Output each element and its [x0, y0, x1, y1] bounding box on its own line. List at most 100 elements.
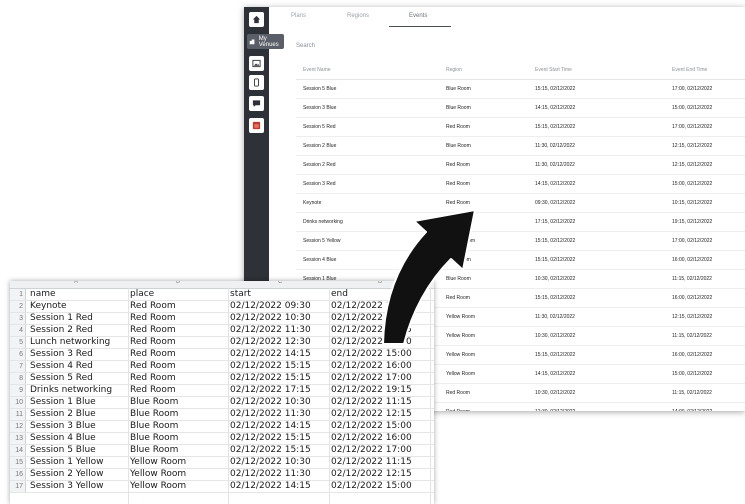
- table-row[interactable]: Drinks networking Red Room 17:15, 02/12/20…: [296, 213, 745, 232]
- column-letter-a[interactable]: A: [74, 281, 78, 285]
- place-cell[interactable]: Yellow Room: [130, 457, 186, 468]
- name-cell[interactable]: Session 3 Yellow: [30, 481, 104, 492]
- tab-plans[interactable]: Plans: [291, 13, 306, 19]
- end-cell[interactable]: end: [331, 289, 348, 300]
- start-cell[interactable]: 02/12/2022 10:30: [230, 313, 311, 324]
- end-cell[interactable]: 02/12/2022 11:15: [331, 457, 412, 468]
- place-cell[interactable]: Red Room: [130, 313, 176, 324]
- start-cell[interactable]: 02/12/2022 15:15: [230, 433, 311, 444]
- row-number[interactable]: 9: [10, 385, 26, 396]
- messages-nav-button[interactable]: [249, 96, 264, 111]
- table-row[interactable]: Keynote Red Room 09:30, 02/12/2022 10:15, 0…: [296, 194, 745, 213]
- place-cell[interactable]: Yellow Room: [130, 481, 186, 492]
- start-cell[interactable]: start: [230, 289, 251, 300]
- end-cell[interactable]: 02/12/2022 17:00: [331, 445, 412, 456]
- start-cell[interactable]: 02/12/2022 10:30: [230, 457, 311, 468]
- row-number[interactable]: 16: [10, 469, 26, 480]
- table-row[interactable]: Session 3 Blue Blue Room 14:15, 02/12/2022…: [296, 99, 745, 118]
- table-row[interactable]: Session 5 Yellow Yellow Room 15:15, 02/12/…: [296, 232, 745, 251]
- name-cell[interactable]: Session 1 Blue: [30, 397, 96, 408]
- start-cell[interactable]: 02/12/2022 14:15: [230, 481, 311, 492]
- name-cell[interactable]: Drinks networking: [30, 385, 112, 396]
- place-cell[interactable]: place: [130, 289, 154, 300]
- start-cell[interactable]: 02/12/2022 15:15: [230, 445, 311, 456]
- end-cell[interactable]: 02/12/2022 15:00: [331, 481, 412, 492]
- spreadsheet-row[interactable]: 12 Session 3 Blue Blue Room 02/12/2022 14:1…: [10, 421, 434, 433]
- place-cell[interactable]: Red Room: [130, 349, 176, 360]
- spreadsheet-row[interactable]: 5 Lunch networking Red Room 02/12/2022 12:3…: [10, 337, 434, 349]
- row-number[interactable]: 11: [10, 409, 26, 420]
- table-row[interactable]: Session 4 Blue Blue Room 15:15, 02/12/2022…: [296, 251, 745, 270]
- place-cell[interactable]: Red Room: [130, 373, 176, 384]
- row-number[interactable]: 4: [10, 325, 26, 336]
- spreadsheet-row[interactable]: 7 Session 4 Red Red Room 02/12/2022 15:15 02…: [10, 361, 434, 373]
- header-event-name[interactable]: Event Name: [303, 61, 331, 79]
- row-number[interactable]: 10: [10, 397, 26, 408]
- name-cell[interactable]: Lunch networking: [30, 337, 110, 348]
- spreadsheet-row[interactable]: 15 Session 1 Yellow Yellow Room 02/12/2022 …: [10, 457, 434, 469]
- place-cell[interactable]: Red Room: [130, 361, 176, 372]
- name-cell[interactable]: Session 2 Blue: [30, 409, 96, 420]
- device-nav-button[interactable]: [249, 75, 264, 90]
- end-cell[interactable]: 02/12/2022 12:15: [331, 469, 412, 480]
- place-cell[interactable]: Red Room: [130, 385, 176, 396]
- end-cell[interactable]: 02/12/2022 15:00: [331, 421, 412, 432]
- start-cell[interactable]: 02/12/2022 09:30: [230, 301, 311, 312]
- end-cell[interactable]: 02/12/2022 12:15: [331, 325, 412, 336]
- start-cell[interactable]: 02/12/2022 17:15: [230, 385, 311, 396]
- start-cell[interactable]: 02/12/2022 10:30: [230, 397, 311, 408]
- row-number[interactable]: 2: [10, 301, 26, 312]
- row-number[interactable]: 6: [10, 349, 26, 360]
- name-cell[interactable]: Session 5 Blue: [30, 445, 96, 456]
- name-cell[interactable]: Session 3 Blue: [30, 421, 96, 432]
- spreadsheet-row[interactable]: 13 Session 4 Blue Blue Room 02/12/2022 15:1…: [10, 433, 434, 445]
- header-start-time[interactable]: Event Start Time: [535, 61, 572, 79]
- table-row[interactable]: Session 5 Red Red Room 15:15, 02/12/2022 17…: [296, 118, 745, 137]
- end-cell[interactable]: 02/12/2022 17:00: [331, 373, 412, 384]
- column-letter-c[interactable]: C: [278, 281, 282, 285]
- home-button[interactable]: [249, 12, 264, 27]
- header-region[interactable]: Region: [446, 61, 462, 79]
- row-number[interactable]: 7: [10, 361, 26, 372]
- spreadsheet-row[interactable]: 8 Session 5 Red Red Room 02/12/2022 15:15 02…: [10, 373, 434, 385]
- place-cell[interactable]: Blue Room: [130, 397, 178, 408]
- spreadsheet-row[interactable]: 9 Drinks networking Red Room 02/12/2022 17:…: [10, 385, 434, 397]
- row-number[interactable]: 15: [10, 457, 26, 468]
- end-cell[interactable]: 02/12/2022 16:00: [331, 433, 412, 444]
- spreadsheet-row[interactable]: 14 Session 5 Blue Blue Room 02/12/2022 15:1…: [10, 445, 434, 457]
- place-cell[interactable]: Red Room: [130, 337, 176, 348]
- search-field-label[interactable]: Search: [296, 43, 315, 49]
- end-cell[interactable]: 02/12/2022 11:15: [331, 313, 412, 324]
- table-row[interactable]: Session 5 Blue Blue Room 15:15, 02/12/2022…: [296, 80, 745, 99]
- name-cell[interactable]: Session 1 Red: [30, 313, 93, 324]
- my-venues-nav-item[interactable]: My Venues: [247, 34, 285, 49]
- end-cell[interactable]: 02/12/2022 14:00: [331, 337, 412, 348]
- place-cell[interactable]: Blue Room: [130, 421, 178, 432]
- table-row[interactable]: Session 2 Red Red Room 11:30, 02/12/2022 12…: [296, 156, 745, 175]
- table-row[interactable]: Session 2 Blue Blue Room 11:30, 02/12/2022…: [296, 137, 745, 156]
- start-cell[interactable]: 02/12/2022 15:15: [230, 361, 311, 372]
- name-cell[interactable]: Session 1 Yellow: [30, 457, 104, 468]
- column-letter-b[interactable]: B: [176, 281, 180, 285]
- spreadsheet-row[interactable]: 1 name place start end: [10, 289, 434, 301]
- end-cell[interactable]: 02/12/2022 12:15: [331, 409, 412, 420]
- end-cell[interactable]: 02/12/2022 11:15: [331, 397, 412, 408]
- name-cell[interactable]: name: [30, 289, 56, 300]
- row-number[interactable]: 17: [10, 481, 26, 492]
- place-cell[interactable]: Blue Room: [130, 433, 178, 444]
- tab-regions[interactable]: Regions: [347, 13, 369, 19]
- start-cell[interactable]: 02/12/2022 11:30: [230, 325, 311, 336]
- end-cell[interactable]: 02/12/2022 16:00: [331, 361, 412, 372]
- name-cell[interactable]: Session 4 Blue: [30, 433, 96, 444]
- place-cell[interactable]: Yellow Room: [130, 469, 186, 480]
- start-cell[interactable]: 02/12/2022 15:15: [230, 373, 311, 384]
- spreadsheet-row[interactable]: 17 Session 3 Yellow Yellow Room 02/12/2022 …: [10, 481, 434, 493]
- image-nav-button[interactable]: [249, 56, 264, 71]
- place-cell[interactable]: Red Room: [130, 301, 176, 312]
- name-cell[interactable]: Keynote: [30, 301, 67, 312]
- name-cell[interactable]: Session 3 Red: [30, 349, 93, 360]
- row-number[interactable]: 13: [10, 433, 26, 444]
- end-cell[interactable]: 02/12/2022 15:00: [331, 349, 412, 360]
- row-number[interactable]: 14: [10, 445, 26, 456]
- name-cell[interactable]: Session 2 Yellow: [30, 469, 104, 480]
